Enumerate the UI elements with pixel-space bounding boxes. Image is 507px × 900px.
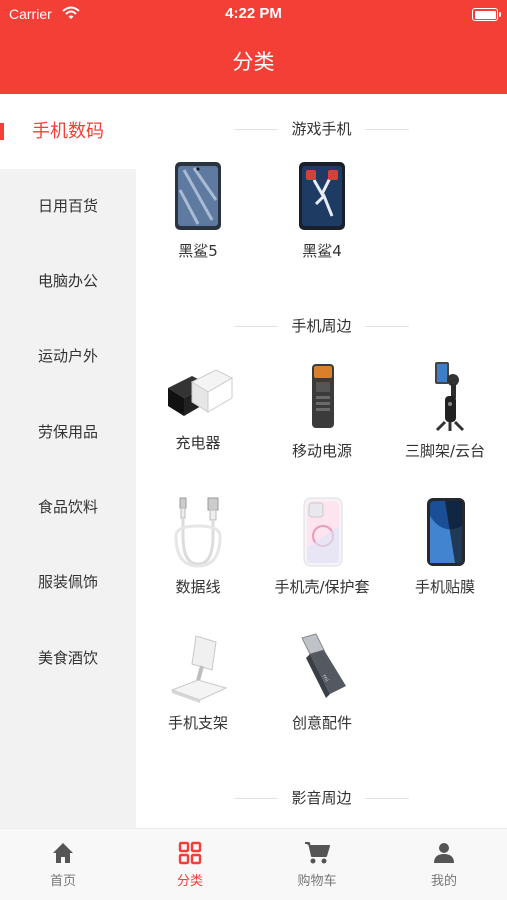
power-bank-icon bbox=[312, 364, 334, 428]
phone-black-shark-5-icon bbox=[175, 162, 221, 230]
tab-label: 购物车 bbox=[297, 874, 337, 889]
sidebar-item-label: 劳保用品 bbox=[37, 423, 98, 441]
item-label: 数据线 bbox=[175, 578, 221, 596]
section-title: 游戏手机 bbox=[136, 117, 507, 141]
charger-icon bbox=[168, 369, 234, 416]
tab-home[interactable]: 首页 bbox=[0, 829, 126, 900]
section-title: 影音周边 bbox=[136, 786, 507, 810]
category-item-gimbal[interactable]: 三脚架/云台 bbox=[383, 360, 507, 480]
sidebar-item-label: 美食酒饮 bbox=[37, 649, 98, 667]
grid-icon bbox=[178, 841, 202, 865]
sidebar-item-label: 服装佩饰 bbox=[37, 573, 98, 591]
category-item-black-shark-4[interactable]: 黑鲨4 bbox=[260, 160, 384, 280]
sidebar-item-computer-office[interactable]: 电脑办公 bbox=[0, 244, 136, 319]
category-item-screen-protector[interactable]: 手机贴膜 bbox=[383, 496, 507, 616]
status-bar: Carrier 4:22 PM bbox=[0, 0, 507, 30]
sidebar-item-phones-digital[interactable]: 手机数码 bbox=[0, 94, 136, 169]
tab-bar: 首页 分类 购物车 我的 bbox=[0, 828, 507, 900]
sidebar-item-label: 食品饮料 bbox=[37, 498, 98, 516]
status-time: 4:22 PM bbox=[225, 5, 282, 22]
phone-black-shark-4-icon bbox=[299, 162, 345, 230]
item-label: 手机贴膜 bbox=[414, 578, 475, 596]
item-label: 手机壳/保护套 bbox=[274, 578, 370, 596]
cable-icon bbox=[174, 497, 222, 568]
sidebar-item-label: 运动户外 bbox=[37, 347, 98, 365]
section-title: 手机周边 bbox=[136, 314, 507, 338]
sidebar-item-sports-outdoor[interactable]: 运动户外 bbox=[0, 319, 136, 394]
sidebar-item-label: 手机数码 bbox=[32, 121, 104, 142]
category-item-phone-stand[interactable]: 手机支架 bbox=[136, 632, 260, 752]
usb-adapter-icon: mi bbox=[301, 633, 346, 698]
phone-case-icon bbox=[303, 497, 343, 567]
item-label: 移动电源 bbox=[291, 442, 352, 460]
home-icon bbox=[53, 843, 73, 863]
category-item-phone-case[interactable]: 手机壳/保护套 bbox=[260, 496, 384, 616]
sidebar-item-food-wine[interactable]: 美食酒饮 bbox=[0, 621, 136, 696]
sidebar-item-label: 日用百货 bbox=[37, 197, 98, 215]
sidebar-item-daily-goods[interactable]: 日用百货 bbox=[0, 169, 136, 244]
tab-cart[interactable]: 购物车 bbox=[254, 829, 380, 900]
active-indicator bbox=[0, 123, 4, 140]
item-label: 手机支架 bbox=[167, 714, 228, 732]
item-label: 黑鲨5 bbox=[178, 242, 218, 260]
tab-label: 我的 bbox=[430, 874, 457, 889]
navigation-header: Carrier 4:22 PM 分类 bbox=[0, 0, 507, 94]
tab-category[interactable]: 分类 bbox=[127, 829, 253, 900]
sidebar-item-apparel[interactable]: 服装佩饰 bbox=[0, 545, 136, 620]
tab-label: 首页 bbox=[49, 874, 76, 889]
page-title: 分类 bbox=[232, 50, 275, 74]
item-label: 黑鲨4 bbox=[302, 242, 342, 260]
user-icon bbox=[434, 843, 454, 863]
category-item-data-cable[interactable]: 数据线 bbox=[136, 496, 260, 616]
battery-icon bbox=[472, 8, 501, 21]
sidebar-item-label: 电脑办公 bbox=[37, 272, 98, 290]
item-label: 三脚架/云台 bbox=[404, 442, 486, 460]
cart-icon bbox=[305, 842, 330, 864]
category-item-creative-accessories[interactable]: mi 创意配件 bbox=[260, 632, 384, 752]
screen-protector-icon bbox=[427, 498, 465, 566]
tab-label: 分类 bbox=[176, 874, 203, 889]
sidebar-item-labor-protection[interactable]: 劳保用品 bbox=[0, 395, 136, 470]
phone-stand-icon bbox=[170, 635, 228, 703]
item-label: 充电器 bbox=[175, 434, 221, 452]
category-item-black-shark-5[interactable]: 黑鲨5 bbox=[136, 160, 260, 280]
category-item-charger[interactable]: 充电器 bbox=[136, 360, 260, 480]
category-sidebar: 手机数码 日用百货 电脑办公 运动户外 劳保用品 食品饮料 服装佩饰 美食酒饮 bbox=[0, 94, 136, 828]
sidebar-item-food-drinks[interactable]: 食品饮料 bbox=[0, 470, 136, 545]
tab-profile[interactable]: 我的 bbox=[381, 829, 507, 900]
gimbal-icon bbox=[435, 362, 465, 432]
category-item-power-bank[interactable]: 移动电源 bbox=[260, 360, 384, 480]
item-label: 创意配件 bbox=[291, 714, 352, 732]
category-content: 游戏手机 黑鲨5 黑鲨4 手机周边 充电器 移动电源 三脚架/云台 数据线 手机… bbox=[136, 94, 507, 828]
